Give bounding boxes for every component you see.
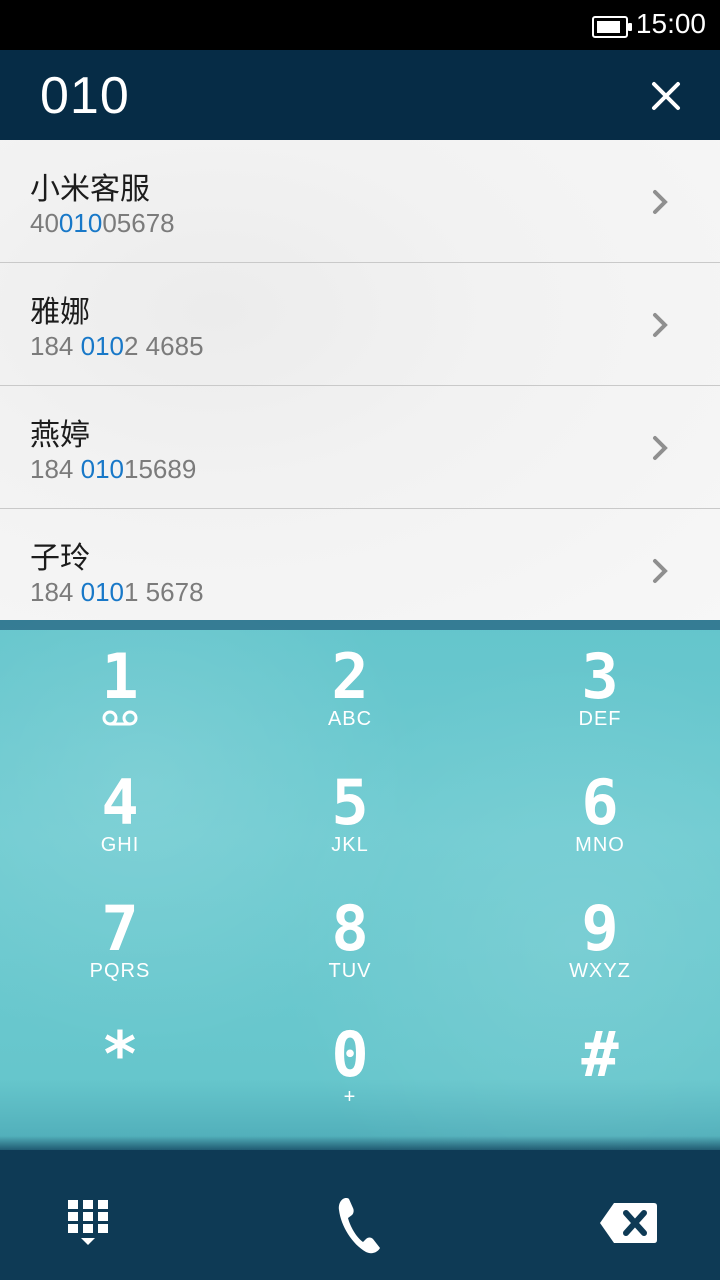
chevron-right-icon[interactable] xyxy=(650,434,670,462)
key-star[interactable]: * xyxy=(20,1020,220,1140)
key-letters: JKL xyxy=(331,834,369,856)
key-letters: DEF xyxy=(578,708,622,730)
phone-icon[interactable] xyxy=(334,1194,384,1256)
chevron-right-icon[interactable] xyxy=(650,557,670,585)
contact-number: 4001005678 xyxy=(30,208,175,239)
key-2[interactable]: 2 ABC xyxy=(250,642,450,762)
key-1[interactable]: 1 xyxy=(20,642,220,762)
status-bar: 15:00 xyxy=(0,0,720,50)
key-digit: * xyxy=(101,1018,139,1091)
contact-number: 184 0102 4685 xyxy=(30,331,204,362)
key-letters: PQRS xyxy=(89,960,151,982)
contact-name: 子玲 xyxy=(30,541,90,576)
key-6[interactable]: 6 MNO xyxy=(500,768,700,888)
matched-contacts-list: 小米客服 4001005678 雅娜 184 0102 4685 燕婷 184 01015… xyxy=(0,140,720,628)
matched-digits: 010 xyxy=(58,208,103,238)
key-5[interactable]: 5 JKL xyxy=(250,768,450,888)
key-hash[interactable]: # xyxy=(500,1020,700,1140)
key-letters: ABC xyxy=(327,708,373,730)
key-digit: # xyxy=(581,1018,619,1091)
contact-number: 184 0101 5678 xyxy=(30,577,204,608)
close-icon[interactable] xyxy=(648,78,684,114)
dialed-number: 010 xyxy=(40,67,130,125)
key-digit: 8 xyxy=(331,892,369,965)
dial-header: 010 xyxy=(0,50,720,140)
contact-row[interactable]: 雅娜 184 0102 4685 xyxy=(0,263,720,386)
dialpad: 1 2 ABC 3 DEF 4 GHI 5 JKL 6 MNO 7 PQRS 8 TUV 9 WXYZ * 0 + # xyxy=(0,620,720,1160)
number-segment: 05678 xyxy=(102,208,175,238)
backspace-icon[interactable] xyxy=(598,1200,660,1246)
key-letters: TUV xyxy=(328,960,372,982)
key-letters: MNO xyxy=(575,834,625,856)
bottom-action-bar xyxy=(0,1136,720,1280)
key-digit: 0 xyxy=(331,1018,369,1091)
contact-name: 燕婷 xyxy=(30,418,90,453)
matched-digits: 010 xyxy=(80,331,124,361)
key-8[interactable]: 8 TUV xyxy=(250,894,450,1014)
number-segment: 184 xyxy=(30,331,81,361)
key-letters: WXYZ xyxy=(569,960,631,982)
key-digit: 4 xyxy=(101,766,139,839)
key-digit: 9 xyxy=(581,892,619,965)
contact-row[interactable]: 燕婷 184 01015689 xyxy=(0,386,720,509)
matched-digits: 010 xyxy=(80,577,124,607)
key-digit: 7 xyxy=(101,892,139,965)
status-time: 15:00 xyxy=(635,8,706,39)
battery-icon xyxy=(592,16,632,38)
key-0[interactable]: 0 + xyxy=(250,1020,450,1140)
number-segment: 15689 xyxy=(124,454,197,484)
key-9[interactable]: 9 WXYZ xyxy=(500,894,700,1014)
number-segment: 184 xyxy=(30,454,81,484)
chevron-right-icon[interactable] xyxy=(650,188,670,216)
key-4[interactable]: 4 GHI xyxy=(20,768,220,888)
number-segment: 184 xyxy=(30,577,81,607)
contact-row[interactable]: 小米客服 4001005678 xyxy=(0,140,720,263)
contact-name: 雅娜 xyxy=(30,295,90,330)
voicemail-icon xyxy=(102,710,138,726)
number-segment: 40 xyxy=(30,208,59,238)
contact-name: 小米客服 xyxy=(30,172,150,207)
key-digit: 6 xyxy=(581,766,619,839)
dialpad-toggle-icon[interactable] xyxy=(66,1198,110,1248)
key-7[interactable]: 7 PQRS xyxy=(20,894,220,1014)
key-letters: + xyxy=(343,1086,357,1108)
number-segment: 2 4685 xyxy=(124,331,204,361)
matched-digits: 010 xyxy=(80,454,124,484)
key-digit: 3 xyxy=(581,640,619,713)
key-digit: 5 xyxy=(331,766,369,839)
key-3[interactable]: 3 DEF xyxy=(500,642,700,762)
key-digit: 2 xyxy=(331,640,369,713)
contact-number: 184 01015689 xyxy=(30,454,196,485)
contact-row[interactable]: 子玲 184 0101 5678 xyxy=(0,509,720,628)
key-letters: GHI xyxy=(100,834,140,856)
number-segment: 1 5678 xyxy=(124,577,204,607)
key-digit: 1 xyxy=(101,640,139,713)
chevron-right-icon[interactable] xyxy=(650,311,670,339)
